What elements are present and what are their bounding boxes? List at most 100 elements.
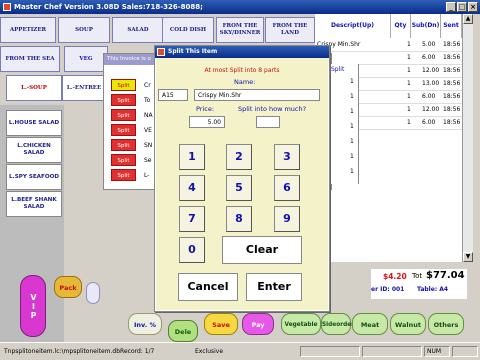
- row-sub: 12.00: [422, 67, 440, 74]
- keypad-2[interactable]: 2: [226, 144, 252, 170]
- table-row[interactable]: 1 6.00 18:56: [315, 51, 462, 65]
- row-sub: 6.00: [422, 119, 436, 126]
- split-count-value: 1: [350, 108, 354, 115]
- walnut-button[interactable]: Walnut: [390, 313, 426, 335]
- employee-id: er ID: 001: [371, 286, 405, 293]
- pack-button[interactable]: Pack: [54, 276, 82, 298]
- menu-item-house-salad[interactable]: L.HOUSE SALAD: [6, 110, 62, 136]
- item-code-field[interactable]: A15: [158, 89, 188, 101]
- category-l-soup[interactable]: L.-SOUP: [6, 75, 62, 101]
- column-header-sub[interactable]: Sub(Dn): [411, 14, 441, 38]
- menu-item-spy-seafood[interactable]: L.SPY SEAFOOD: [6, 164, 62, 190]
- row-sent: 18:56: [443, 119, 461, 126]
- keypad-1[interactable]: 1: [179, 144, 205, 170]
- invoice-row-text: Cr: [144, 82, 151, 89]
- row-qty: 1: [407, 41, 411, 48]
- split-row-button[interactable]: Split: [111, 94, 136, 106]
- status-panel: [300, 346, 360, 357]
- save-button[interactable]: Save: [204, 313, 238, 335]
- menu-item-chicken-salad[interactable]: L.CHICKEN SALAD: [6, 137, 62, 163]
- column-header-description[interactable]: Descript(Up): [315, 14, 391, 38]
- vegetable-button[interactable]: Vegetable: [281, 313, 321, 335]
- column-header-sent[interactable]: Sent: [441, 14, 462, 38]
- total-label: Tot: [412, 272, 423, 280]
- category-cold-dish[interactable]: COLD DISH: [162, 17, 214, 43]
- keypad-8[interactable]: 8: [226, 206, 252, 232]
- table-row[interactable]: Crispy Min.Shr 1 5.00 18:56: [315, 38, 462, 52]
- row-sub: 6.00: [422, 93, 436, 100]
- category-from-the-land[interactable]: FROM THE LAND: [265, 17, 315, 43]
- row-qty: 1: [407, 119, 411, 126]
- invoice-percent-button[interactable]: Inv. %: [128, 313, 162, 335]
- keypad-3[interactable]: 3: [274, 144, 300, 170]
- row-sent: 18:56: [443, 54, 461, 61]
- category-from-the-sky[interactable]: FROM THE SKY/DINNER: [216, 17, 264, 43]
- scroll-up-icon[interactable]: ▲: [463, 14, 473, 24]
- close-button[interactable]: ×: [468, 2, 478, 12]
- maximize-button[interactable]: □: [457, 2, 467, 12]
- split-row-button[interactable]: Split: [111, 154, 136, 166]
- price-label: Price:: [196, 105, 215, 113]
- invoice-row-text: Se: [144, 157, 152, 164]
- name-label: Name:: [234, 78, 256, 86]
- sideorder-button[interactable]: Sideorder: [321, 313, 354, 335]
- keypad-0[interactable]: 0: [179, 237, 205, 263]
- tax-amount: $4.20: [383, 272, 407, 281]
- vip-label: VIP: [29, 292, 38, 320]
- split-item-dialog: Split This Item At most Split into 8 par…: [154, 45, 330, 312]
- row-sent: 18:56: [443, 41, 461, 48]
- column-header-qty[interactable]: Qty: [391, 14, 411, 38]
- split-count-value: 1: [350, 138, 354, 145]
- category-appetizer[interactable]: APPETIZER: [0, 17, 56, 43]
- category-l-entree[interactable]: L.-ENTREE: [62, 75, 106, 101]
- keypad-7[interactable]: 7: [179, 206, 205, 232]
- clear-button[interactable]: Clear: [222, 236, 302, 264]
- invoice-row-text: L-: [144, 172, 150, 179]
- minimize-button[interactable]: _: [446, 2, 456, 12]
- split-row-button[interactable]: Split: [111, 124, 136, 136]
- status-panel: [362, 346, 422, 357]
- split-into-label: Split into how much?: [238, 105, 307, 113]
- keypad-4[interactable]: 4: [179, 175, 205, 201]
- row-sub: 12.00: [422, 106, 440, 113]
- title-bar: Master Chef Version 3.08D Sales:718-326-…: [0, 0, 480, 14]
- invoice-row-text: To: [144, 97, 151, 104]
- enter-button[interactable]: Enter: [246, 273, 302, 301]
- menu-item-beef-shank-salad[interactable]: L.BEEF SHANK SALAD: [6, 191, 62, 217]
- split-count-value: 1: [350, 78, 354, 85]
- table-number: Table: A4: [417, 286, 449, 293]
- keypad-5[interactable]: 5: [226, 175, 252, 201]
- others-button[interactable]: Others: [428, 313, 464, 335]
- split-row-button[interactable]: Split: [111, 79, 136, 91]
- scroll-down-icon[interactable]: ▼: [463, 252, 473, 262]
- row-qty: 1: [407, 67, 411, 74]
- item-name-field[interactable]: Crispy Min.Shr: [194, 89, 320, 101]
- pay-button[interactable]: Pay: [242, 313, 274, 335]
- partial-button[interactable]: [86, 282, 100, 304]
- row-qty: 1: [407, 54, 411, 61]
- num-lock-indicator: NUM: [424, 346, 450, 357]
- master-chef-screen: Master Chef Version 3.08D Sales:718-326-…: [0, 0, 480, 360]
- app-icon: [3, 3, 11, 11]
- split-count-input[interactable]: [256, 116, 280, 128]
- delete-button[interactable]: Dele: [168, 320, 198, 342]
- keypad-6[interactable]: 6: [274, 175, 300, 201]
- split-row-button[interactable]: Split: [111, 169, 136, 181]
- cancel-button[interactable]: Cancel: [178, 273, 238, 301]
- invoice-row-text: NA: [144, 112, 153, 119]
- row-qty: 1: [407, 80, 411, 87]
- split-column-header: Split: [331, 66, 345, 73]
- split-row-button[interactable]: Split: [111, 139, 136, 151]
- category-salad[interactable]: SALAD: [112, 17, 164, 43]
- category-veg[interactable]: VEG: [64, 46, 108, 72]
- split-row-button[interactable]: Split: [111, 109, 136, 121]
- order-scrollbar[interactable]: ▲ ▼: [462, 14, 473, 262]
- category-soup[interactable]: SOUP: [58, 17, 110, 43]
- keypad-9[interactable]: 9: [274, 206, 300, 232]
- price-field[interactable]: 5.00: [189, 116, 225, 128]
- meat-button[interactable]: Meat: [352, 313, 388, 335]
- status-record-path: Tnpsplitoneitem.lc:\mpsplitoneitem.dbRec…: [4, 348, 155, 355]
- row-sub: 6.00: [422, 54, 436, 61]
- category-from-the-sea[interactable]: FROM THE SEA: [0, 46, 60, 72]
- vip-button[interactable]: VIP: [20, 275, 46, 337]
